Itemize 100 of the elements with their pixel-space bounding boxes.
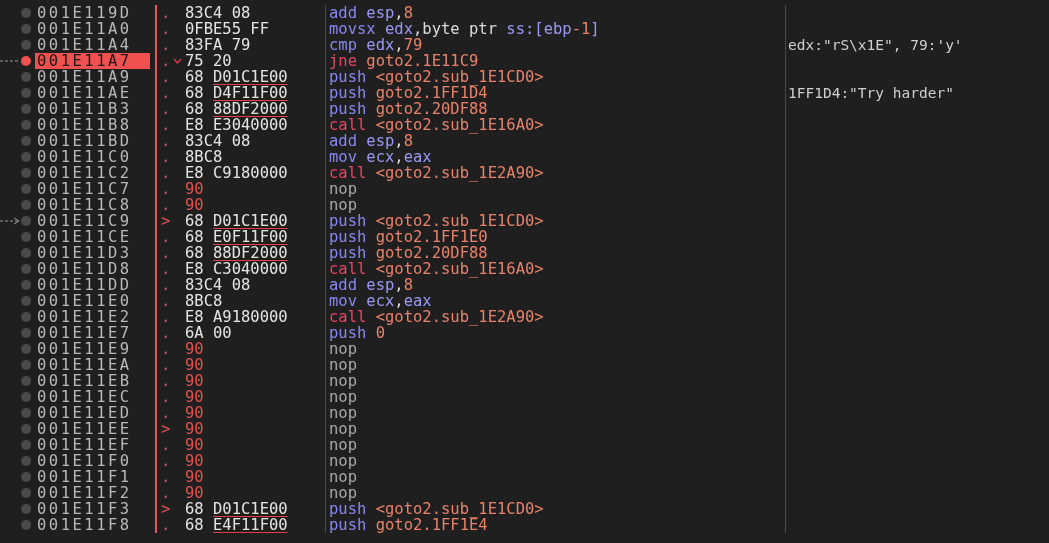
opcode-bytes: 68 E4F11F00 (185, 517, 288, 533)
breakpoint-dot[interactable] (21, 328, 31, 338)
row-marker: . (161, 69, 172, 85)
breakpoint-dot[interactable] (21, 248, 31, 258)
instruction-text: nop (329, 180, 357, 198)
breakpoint-dot[interactable] (21, 392, 31, 402)
breakpoint-dot[interactable] (21, 24, 31, 34)
address-cell[interactable]: 001E11B3 (35, 101, 150, 117)
address-cell[interactable]: 001E11F3 (35, 501, 150, 517)
row-marker: > (161, 501, 172, 517)
address-cell[interactable]: 001E11E9 (35, 341, 150, 357)
breakpoint-dot[interactable] (21, 232, 31, 242)
opcode-bytes: 75 20 (185, 53, 232, 69)
address-cell[interactable]: 001E11CE (35, 229, 150, 245)
address-cell[interactable]: 001E11EE (35, 421, 150, 437)
opcode-bytes: 68 88DF2000 (185, 245, 288, 261)
breakpoint-dot[interactable] (21, 8, 31, 18)
opcode-bytes: 6A 00 (185, 325, 232, 341)
address-cell[interactable]: 001E11A9 (35, 69, 150, 85)
address-cell[interactable]: 001E11E7 (35, 325, 150, 341)
address-cell[interactable]: 001E11C9 (35, 213, 150, 229)
breakpoint-dot[interactable] (21, 40, 31, 50)
address-cell[interactable]: 001E11F8 (35, 517, 150, 533)
address-cell[interactable]: 001E119D (35, 5, 150, 21)
address-cell[interactable]: 001E11A7 (35, 53, 150, 69)
address-cell[interactable]: 001E11D8 (35, 261, 150, 277)
breakpoint-dot[interactable] (21, 472, 31, 482)
address-cell[interactable]: 001E11EF (35, 437, 150, 453)
opcode-bytes: 68 D4F11F00 (185, 85, 288, 101)
opcode-bytes: 90 (185, 437, 204, 453)
breakpoint-dot[interactable] (21, 488, 31, 498)
address-cell[interactable]: 001E11A4 (35, 37, 150, 53)
breakpoint-dot[interactable] (21, 216, 31, 226)
instruction-text: add esp,8 (329, 132, 413, 150)
instruction-text: call <goto2.sub_1E2A90> (329, 164, 544, 182)
address-cell[interactable]: 001E11ED (35, 405, 150, 421)
row-marker: . (161, 485, 172, 501)
address-cell[interactable]: 001E11DD (35, 277, 150, 293)
address-cell[interactable]: 001E11E0 (35, 293, 150, 309)
breakpoint-dot[interactable] (21, 72, 31, 82)
breakpoint-dot[interactable] (21, 200, 31, 210)
instruction-text: nop (329, 468, 357, 486)
breakpoint-dot[interactable] (21, 440, 31, 450)
breakpoint-dot[interactable] (21, 280, 31, 290)
instruction-text: call <goto2.sub_1E16A0> (329, 260, 544, 278)
address-cell[interactable]: 001E11EC (35, 389, 150, 405)
breakpoint-dot[interactable] (21, 344, 31, 354)
breakpoint-dot[interactable] (21, 296, 31, 306)
instruction-text: push 0 (329, 324, 385, 342)
breakpoint-dot[interactable] (21, 168, 31, 178)
breakpoint-dot[interactable] (21, 312, 31, 322)
comment-text: edx:"rS\x1E", 79:'y' (788, 37, 963, 53)
breakpoint-dot[interactable] (21, 152, 31, 162)
breakpoint-dot[interactable] (21, 184, 31, 194)
address-cell[interactable]: 001E11D3 (35, 245, 150, 261)
breakpoint-dot[interactable] (21, 88, 31, 98)
instruction-text: push goto2.1FF1E4 (329, 516, 488, 534)
row-marker: . (161, 21, 172, 37)
row-marker: . (161, 453, 172, 469)
instruction-text: nop (329, 420, 357, 438)
address-cell[interactable]: 001E11F0 (35, 453, 150, 469)
breakpoint-dot[interactable] (21, 424, 31, 434)
opcode-bytes: 8BC8 (185, 293, 223, 309)
address-cell[interactable]: 001E11AE (35, 85, 150, 101)
row-marker: . (161, 165, 172, 181)
address-cell[interactable]: 001E11F1 (35, 469, 150, 485)
breakpoint-dot[interactable] (21, 408, 31, 418)
address-cell[interactable]: 001E11E2 (35, 309, 150, 325)
instruction-text: push goto2.20DF88 (329, 100, 488, 118)
address-cell[interactable]: 001E11F2 (35, 485, 150, 501)
breakpoint-dot[interactable] (21, 264, 31, 274)
address-cell[interactable]: 001E11C2 (35, 165, 150, 181)
address-cell[interactable]: 001E11EB (35, 373, 150, 389)
opcode-bytes: 8BC8 (185, 149, 223, 165)
breakpoint-dot[interactable] (21, 456, 31, 466)
row-marker: . (161, 341, 172, 357)
row-marker: . (161, 229, 172, 245)
instruction-text: nop (329, 196, 357, 214)
breakpoint-dot[interactable] (21, 520, 31, 530)
breakpoint-dot[interactable] (21, 136, 31, 146)
breakpoint-dot[interactable] (21, 120, 31, 130)
row-marker: . (161, 469, 172, 485)
address-cell[interactable]: 001E11A0 (35, 21, 150, 37)
breakpoint-dot[interactable] (21, 56, 31, 66)
address-cell[interactable]: 001E11C0 (35, 149, 150, 165)
breakpoint-dot[interactable] (21, 504, 31, 514)
opcode-bytes: 83FA 79 (185, 37, 251, 53)
breakpoint-dot[interactable] (21, 360, 31, 370)
address-cell[interactable]: 001E11B8 (35, 117, 150, 133)
opcode-bytes: 90 (185, 453, 204, 469)
address-cell[interactable]: 001E11BD (35, 133, 150, 149)
address-cell[interactable]: 001E11C8 (35, 197, 150, 213)
instruction-text: add esp,8 (329, 276, 413, 294)
opcode-bytes: 90 (185, 389, 204, 405)
breakpoint-dot[interactable] (21, 104, 31, 114)
address-cell[interactable]: 001E11C7 (35, 181, 150, 197)
breakpoint-dot[interactable] (21, 376, 31, 386)
instruction-text: push <goto2.sub_1E1CD0> (329, 68, 544, 86)
opcode-bytes: 90 (185, 469, 204, 485)
address-cell[interactable]: 001E11EA (35, 357, 150, 373)
